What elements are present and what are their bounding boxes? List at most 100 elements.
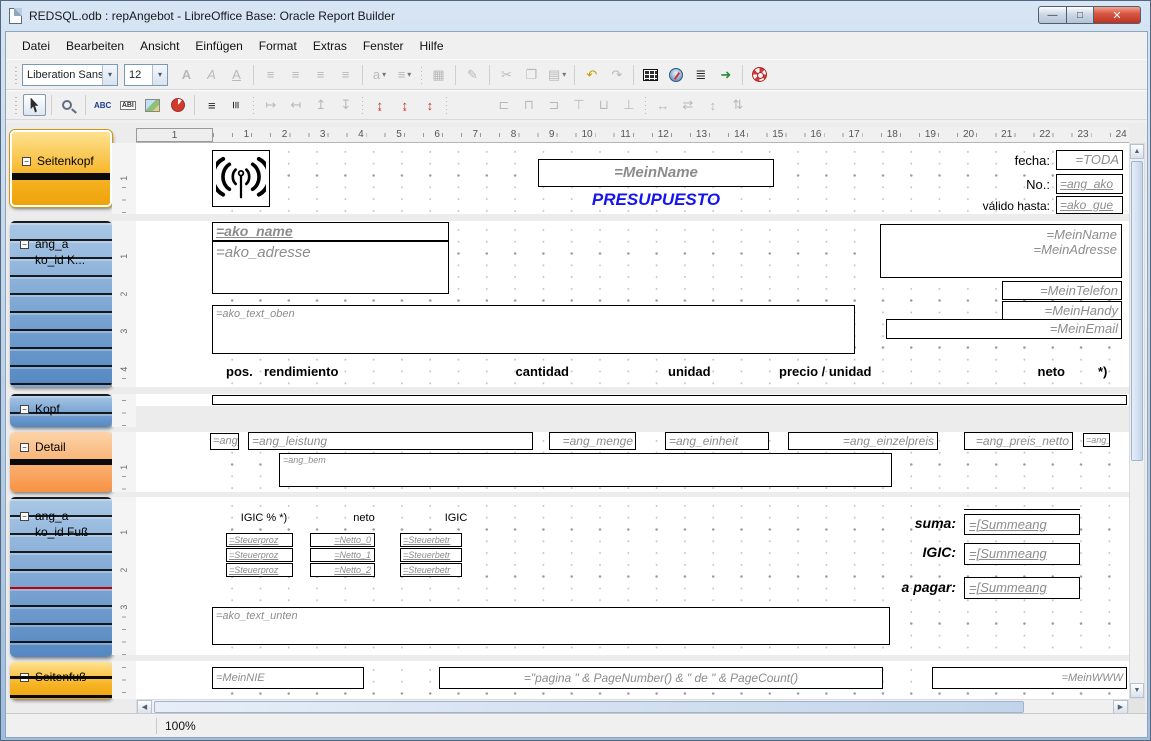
distribute-icon[interactable]: ⇄ [676,94,699,116]
align-center-icon[interactable]: ≡ [284,64,307,86]
title-bar[interactable]: REDSQL.odb : repAngebot - LibreOffice Ba… [1,1,1150,31]
object-resize-icon[interactable]: ↦ [259,94,282,116]
field-steuerbetr[interactable]: =Steuerbetr [400,548,462,562]
close-button[interactable]: ✕ [1094,6,1141,24]
igic-header[interactable]: IGIC [432,512,480,524]
sidebar-section-page-header[interactable]: −Seitenkopf [10,130,112,207]
italic-icon[interactable]: A [200,64,223,86]
toolbar-grip[interactable] [13,95,19,115]
report-navigator-icon[interactable] [664,64,687,86]
igic-pct-header[interactable]: IGIC % *) [232,512,296,524]
underline-icon[interactable]: A [225,64,248,86]
menu-item[interactable]: Bearbeiten [58,35,132,57]
execute-report-icon[interactable]: ➜ [714,64,737,86]
alignment-icon[interactable]: ⊤ [567,94,590,116]
shrink-section-icon[interactable]: ≡ [200,94,223,116]
horizontal-scroll-thumb[interactable] [154,701,1024,713]
select-pointer-icon[interactable] [23,94,46,116]
field-ang-bem[interactable]: =ang_bem [279,453,892,487]
canvas-detail[interactable]: =ang_po =ang_leistung =ang_menge =ang_ei… [136,432,1129,492]
maximize-button[interactable]: □ [1067,6,1094,24]
distribute-icon[interactable]: ↕ [701,94,724,116]
column-header-unidad[interactable]: unidad [668,364,711,379]
field-steuerproz[interactable]: =Steuerproz [226,533,293,547]
align-justify-icon[interactable]: ≡ [334,64,357,86]
neto-header[interactable]: neto [340,512,388,524]
alignment-icon[interactable]: ⊔ [592,94,615,116]
field-ang-po[interactable]: =ang_po [210,433,239,450]
help-icon[interactable] [748,64,771,86]
field-valido-hasta[interactable]: =ako_gue [1056,196,1123,214]
field-ang-small[interactable]: =ang_ [1083,433,1110,447]
font-name-combo[interactable]: Liberation Sans ▾ [22,64,118,86]
field-steuerproz[interactable]: =Steuerproz [226,548,293,562]
alignment-icon[interactable]: ⊥ [617,94,640,116]
sidebar-section-group-footer[interactable]: −ang_a ko_id Fuß [10,497,112,657]
align-right-icon[interactable]: ≡ [309,64,332,86]
menu-item[interactable]: Einfügen [187,35,250,57]
menu-item[interactable]: Datei [14,35,58,57]
font-color-icon[interactable]: a▾ [368,64,391,86]
menu-item[interactable]: Fenster [355,35,412,57]
valido-hasta-label[interactable]: válido hasta: [964,199,1050,213]
sidebar-section-group-header[interactable]: −ang_a ko_id K... [10,221,112,387]
zoom-level[interactable]: 100% [165,719,196,733]
fit-size-icon[interactable]: ↕ [418,94,441,116]
field-ang-preis-netto[interactable]: =ang_preis_netto [964,432,1073,450]
kopf-empty-box[interactable] [212,395,1127,405]
sidebar-section-detail[interactable]: −Detail [10,432,112,492]
igic-label[interactable]: IGIC: [876,544,956,560]
field-mein-handy[interactable]: =MeinHandy [1002,301,1122,320]
field-mein-www[interactable]: =MeinWWW [932,667,1127,689]
save-icon[interactable]: ▦ [427,64,450,86]
scroll-down-icon[interactable]: ▼ [1130,683,1144,698]
chevron-down-icon[interactable]: ▾ [102,65,117,85]
field-ako-name[interactable]: =ako_name [212,222,449,241]
paragraph-style-icon[interactable]: ≡▾ [393,64,416,86]
column-header-cantidad[interactable]: cantidad [512,364,569,379]
copy-icon[interactable]: ❐ [520,64,543,86]
sidebar-section-kopf[interactable]: −Kopf [10,394,112,427]
insert-image-icon[interactable] [141,94,164,116]
scroll-right-icon[interactable]: ▶ [1113,700,1128,714]
vertical-scroll-thumb[interactable] [1131,161,1143,461]
chevron-down-icon[interactable]: ▾ [152,65,167,85]
sorting-grouping-icon[interactable]: ≣ [689,64,712,86]
undo-icon[interactable]: ↶ [580,64,603,86]
shrink-section-v-icon[interactable]: ≡ [226,94,248,117]
object-resize-icon[interactable]: ↧ [334,94,357,116]
column-header-neto[interactable]: neto [1012,364,1065,379]
alignment-icon[interactable]: ⊓ [517,94,540,116]
collapse-icon[interactable]: − [20,240,29,249]
object-resize-icon[interactable]: ↤ [284,94,307,116]
alignment-icon[interactable]: ⊏ [492,94,515,116]
menu-item[interactable]: Ansicht [132,35,187,57]
field-mein-email[interactable]: =MeinEmail [886,319,1122,339]
field-steuerproz[interactable]: =Steuerproz [226,563,293,577]
field-ang-einzelpreis[interactable]: =ang_einzelpreis [788,432,938,450]
field-mein-nie[interactable]: =MeinNIE [212,667,364,689]
column-header-pos[interactable]: pos. [226,364,253,379]
field-ako-text-oben[interactable]: =ako_text_oben [212,305,855,354]
font-size-combo[interactable]: 12 ▾ [124,64,168,86]
field-pagina-formula[interactable]: ="pagina " & PageNumber() & " de " & Pag… [439,667,883,689]
collapse-icon[interactable]: − [20,443,29,452]
collapse-icon[interactable]: − [20,405,29,414]
menu-item[interactable]: Hilfe [412,35,452,57]
field-mein-telefon[interactable]: =MeinTelefon [1002,281,1122,300]
add-field-icon[interactable] [639,64,662,86]
edit-icon[interactable]: ✎ [461,64,484,86]
suma-label[interactable]: suma: [876,515,956,531]
column-header-rendimiento[interactable]: rendimiento [264,364,338,379]
fit-size-icon[interactable]: ↨ [393,94,416,116]
text-box-icon[interactable]: ABI [116,94,139,116]
field-a-pagar[interactable]: =[Summeang [964,577,1080,599]
fit-size-icon[interactable]: ↨ [368,94,391,116]
insert-chart-icon[interactable] [166,94,189,116]
field-netto[interactable]: =Netto_2 [310,563,375,577]
cut-icon[interactable]: ✂ [495,64,518,86]
alignment-icon[interactable]: ⊐ [542,94,565,116]
toolbar-grip[interactable] [13,65,19,85]
field-netto[interactable]: =Netto_1 [310,548,375,562]
field-netto[interactable]: =Netto_0 [310,533,375,547]
